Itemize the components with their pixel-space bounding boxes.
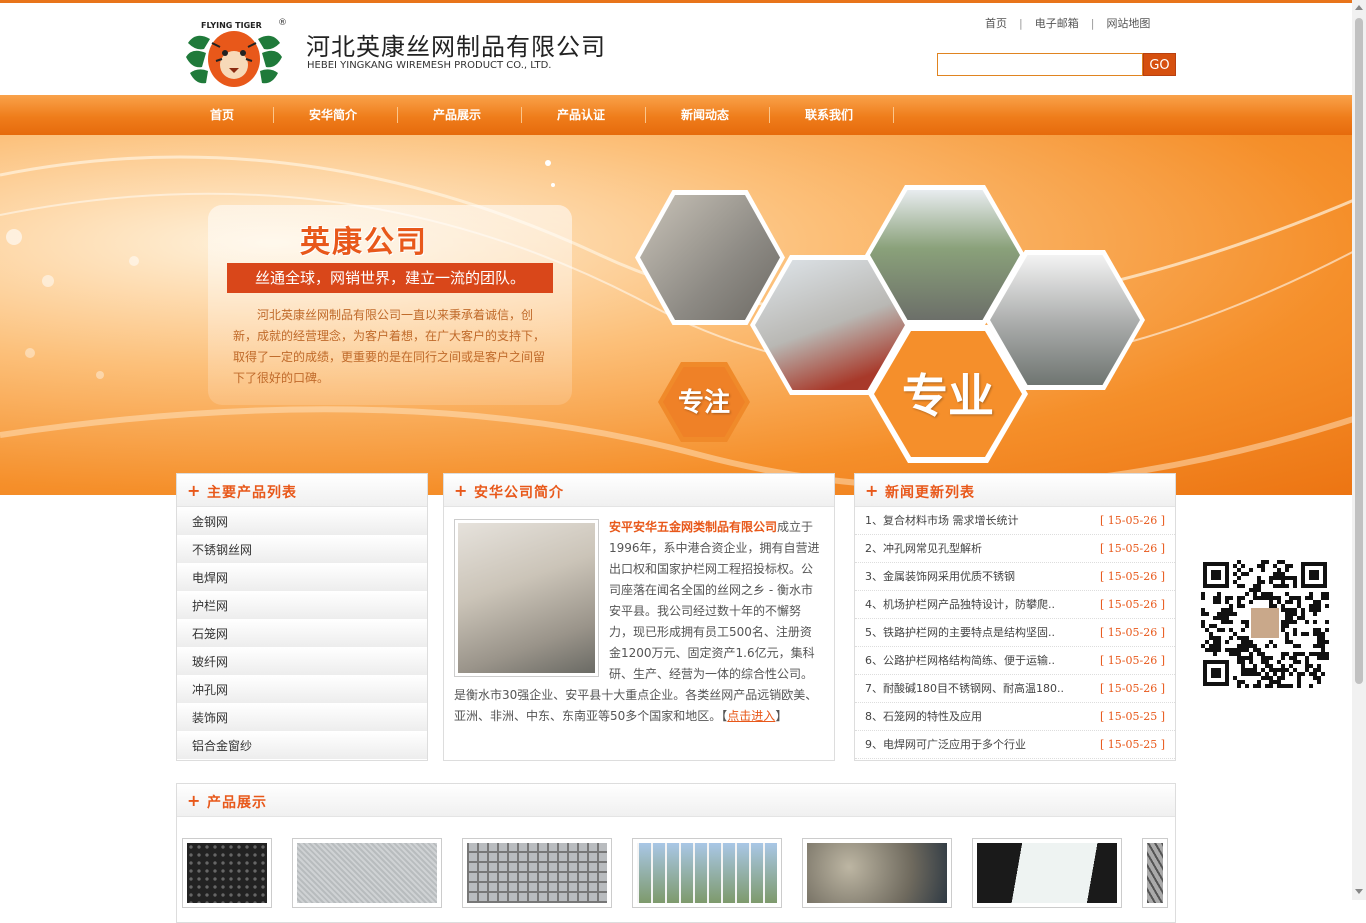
news-title[interactable]: 6、公路护栏网格结构简练、便于运输.. bbox=[865, 654, 1055, 667]
company-intro-title: 安华公司简介 bbox=[474, 485, 564, 501]
separator: | bbox=[1090, 17, 1095, 30]
intro-company-name: 安平安华五金网类制品有限公司 bbox=[609, 520, 778, 534]
company-intro-text: 安平安华五金网类制品有限公司成立于1996年，系中港合资企业，拥有自营进出口权和… bbox=[454, 517, 822, 727]
separator: | bbox=[1019, 17, 1023, 30]
product-thumb-fence[interactable] bbox=[632, 838, 782, 908]
product-link[interactable]: 装饰网 bbox=[177, 704, 427, 732]
hex-label-focus: 专注 bbox=[677, 388, 730, 418]
top-link-email[interactable]: 电子邮箱 bbox=[1035, 15, 1079, 31]
qr-code bbox=[1201, 560, 1329, 688]
news-title[interactable]: 1、复合材料市场 需求增长统计 bbox=[865, 514, 1019, 527]
nav-item-news[interactable]: 新闻动态 bbox=[643, 95, 767, 135]
banner-title: 英康公司 bbox=[300, 225, 428, 260]
news-item[interactable]: 9、电焊网可广泛应用于多个行业 [ 15-05-25 ] bbox=[855, 731, 1175, 759]
news-date: [ 15-05-25 ] bbox=[1099, 738, 1165, 751]
news-list: 1、复合材料市场 需求增长统计 [ 15-05-26 ] 2、冲孔网常见孔型解析 [ … bbox=[855, 507, 1175, 759]
hero-banner: 英康公司 丝通全球，网销世界，建立一流的团队。 河北英康丝网制品有限公司一直以来… bbox=[0, 135, 1366, 495]
product-showcase-header: + 产品展示 bbox=[177, 784, 1175, 817]
news-date: [ 15-05-26 ] bbox=[1099, 682, 1165, 695]
svg-text:FLYING TIGER: FLYING TIGER bbox=[201, 21, 262, 30]
product-thumb-fiberglass[interactable] bbox=[972, 838, 1122, 908]
flying-tiger-logo[interactable]: FLYING TIGER ® bbox=[182, 13, 287, 89]
news-date: [ 15-05-26 ] bbox=[1099, 514, 1165, 527]
scroll-up-arrow-icon[interactable] bbox=[1355, 5, 1363, 10]
news-list-title: 新闻更新列表 bbox=[885, 485, 975, 501]
plus-icon: + bbox=[187, 481, 201, 500]
products-list-header: + 主要产品列表 bbox=[177, 474, 427, 507]
banner-slogan: 丝通全球，网销世界，建立一流的团队。 bbox=[227, 263, 553, 293]
news-title[interactable]: 2、冲孔网常见孔型解析 bbox=[865, 542, 982, 555]
news-date: [ 15-05-26 ] bbox=[1099, 598, 1165, 611]
news-list-box: + 新闻更新列表 1、复合材料市场 需求增长统计[ 15-05-26 ] 2、冲孔… bbox=[854, 473, 1176, 761]
plus-icon: + bbox=[454, 481, 468, 500]
scrollbar-thumb[interactable] bbox=[1355, 18, 1363, 684]
company-intro-header: + 安华公司简介 bbox=[444, 474, 834, 507]
banner-hexagon-gallery: 专注 专业 bbox=[630, 180, 1160, 490]
banner-body: 河北英康丝网制品有限公司一直以来秉承着诚信，创新，成就的经营理念，为客户着想，在… bbox=[233, 308, 546, 385]
product-link[interactable]: 护栏网 bbox=[177, 592, 427, 620]
svg-text:®: ® bbox=[278, 18, 286, 28]
product-showcase-title: 产品展示 bbox=[207, 795, 267, 811]
top-link-home[interactable]: 首页 bbox=[985, 15, 1007, 31]
photo-spacer bbox=[454, 517, 609, 685]
qr-code-icon bbox=[1201, 560, 1329, 688]
top-links: 首页 | 电子邮箱 | 网站地图 bbox=[985, 15, 1150, 31]
news-date: [ 15-05-26 ] bbox=[1099, 570, 1165, 583]
news-date: [ 15-05-25 ] bbox=[1099, 710, 1165, 723]
nav-item-home[interactable]: 首页 bbox=[160, 95, 284, 135]
nav-item-products[interactable]: 产品展示 bbox=[395, 95, 519, 135]
product-link[interactable]: 不锈钢丝网 bbox=[177, 536, 427, 564]
news-title[interactable]: 4、机场护栏网产品独特设计，防攀爬.. bbox=[865, 598, 1055, 611]
news-item[interactable]: 1、复合材料市场 需求增长统计 [ 15-05-26 ] bbox=[855, 507, 1175, 535]
page-scrollbar[interactable] bbox=[1352, 0, 1366, 900]
news-date: [ 15-05-26 ] bbox=[1099, 542, 1165, 555]
company-intro-box: + 安华公司简介 安平安华五金网类制品有限公司成立于1996年，系中港合资企业，… bbox=[443, 473, 835, 761]
product-thumb-perforated[interactable] bbox=[182, 838, 272, 908]
news-item[interactable]: 4、机场护栏网产品独特设计，防攀爬.. [ 15-05-26 ] bbox=[855, 591, 1175, 619]
products-list-box: + 主要产品列表 金钢网 不锈钢丝网 电焊网 护栏网 石笼网 玻纤网 冲孔网 装… bbox=[176, 473, 428, 761]
news-title[interactable]: 7、耐酸碱180目不锈钢网、耐高温180.. bbox=[865, 682, 1064, 695]
product-link[interactable]: 铝合金窗纱 bbox=[177, 732, 427, 760]
news-title[interactable]: 5、铁路护栏网的主要特点是结构坚固.. bbox=[865, 626, 1055, 639]
scroll-down-arrow-icon[interactable] bbox=[1355, 889, 1363, 894]
news-item[interactable]: 8、石笼网的特性及应用 [ 15-05-25 ] bbox=[855, 703, 1175, 731]
more-bracket-close: 】 bbox=[775, 709, 788, 723]
news-date: [ 15-05-26 ] bbox=[1099, 626, 1165, 639]
hex-label-pro: 专业 bbox=[902, 369, 994, 423]
news-title[interactable]: 8、石笼网的特性及应用 bbox=[865, 710, 982, 723]
product-link[interactable]: 玻纤网 bbox=[177, 648, 427, 676]
main-nav: 首页 安华简介 产品展示 产品认证 新闻动态 联系我们 bbox=[0, 95, 1366, 135]
news-title[interactable]: 9、电焊网可广泛应用于多个行业 bbox=[865, 738, 1026, 751]
news-item[interactable]: 6、公路护栏网格结构简练、便于运输.. [ 15-05-26 ] bbox=[855, 647, 1175, 675]
read-more-link[interactable]: 点击进入 bbox=[727, 709, 775, 723]
company-name-cn: 河北英康丝网制品有限公司 bbox=[306, 33, 606, 61]
news-item[interactable]: 7、耐酸碱180目不锈钢网、耐高温180.. [ 15-05-26 ] bbox=[855, 675, 1175, 703]
product-thumb-welded[interactable] bbox=[462, 838, 612, 908]
nav-item-certification[interactable]: 产品认证 bbox=[519, 95, 643, 135]
product-link[interactable]: 冲孔网 bbox=[177, 676, 427, 704]
site-header: FLYING TIGER ® 河北英康丝网制品有限公司 HEBEI YINGKA… bbox=[0, 3, 1366, 95]
news-date: [ 15-05-26 ] bbox=[1099, 654, 1165, 667]
news-list-header: + 新闻更新列表 bbox=[855, 474, 1175, 507]
plus-icon: + bbox=[187, 791, 201, 810]
company-name-en: HEBEI YINGKANG WIREMESH PRODUCT CO., LTD… bbox=[307, 60, 552, 71]
nav-item-contact[interactable]: 联系我们 bbox=[767, 95, 891, 135]
product-link[interactable]: 金钢网 bbox=[177, 508, 427, 536]
product-thumb-gabion[interactable] bbox=[802, 838, 952, 908]
product-thumb-expanded[interactable] bbox=[1142, 838, 1168, 908]
product-thumb-stainless[interactable] bbox=[292, 838, 442, 908]
product-link[interactable]: 石笼网 bbox=[177, 620, 427, 648]
product-link[interactable]: 电焊网 bbox=[177, 564, 427, 592]
search-go-button[interactable]: GO bbox=[1143, 53, 1176, 76]
news-title[interactable]: 3、金属装饰网采用优质不锈钢 bbox=[865, 570, 1015, 583]
news-item[interactable]: 3、金属装饰网采用优质不锈钢 [ 15-05-26 ] bbox=[855, 563, 1175, 591]
products-list-title: 主要产品列表 bbox=[207, 485, 297, 501]
plus-icon: + bbox=[865, 481, 879, 500]
top-link-sitemap[interactable]: 网站地图 bbox=[1106, 15, 1150, 31]
news-item[interactable]: 2、冲孔网常见孔型解析 [ 15-05-26 ] bbox=[855, 535, 1175, 563]
nav-divider bbox=[893, 107, 894, 123]
nav-item-about[interactable]: 安华简介 bbox=[271, 95, 395, 135]
search-input[interactable] bbox=[937, 53, 1143, 76]
news-item[interactable]: 5、铁路护栏网的主要特点是结构坚固.. [ 15-05-26 ] bbox=[855, 619, 1175, 647]
